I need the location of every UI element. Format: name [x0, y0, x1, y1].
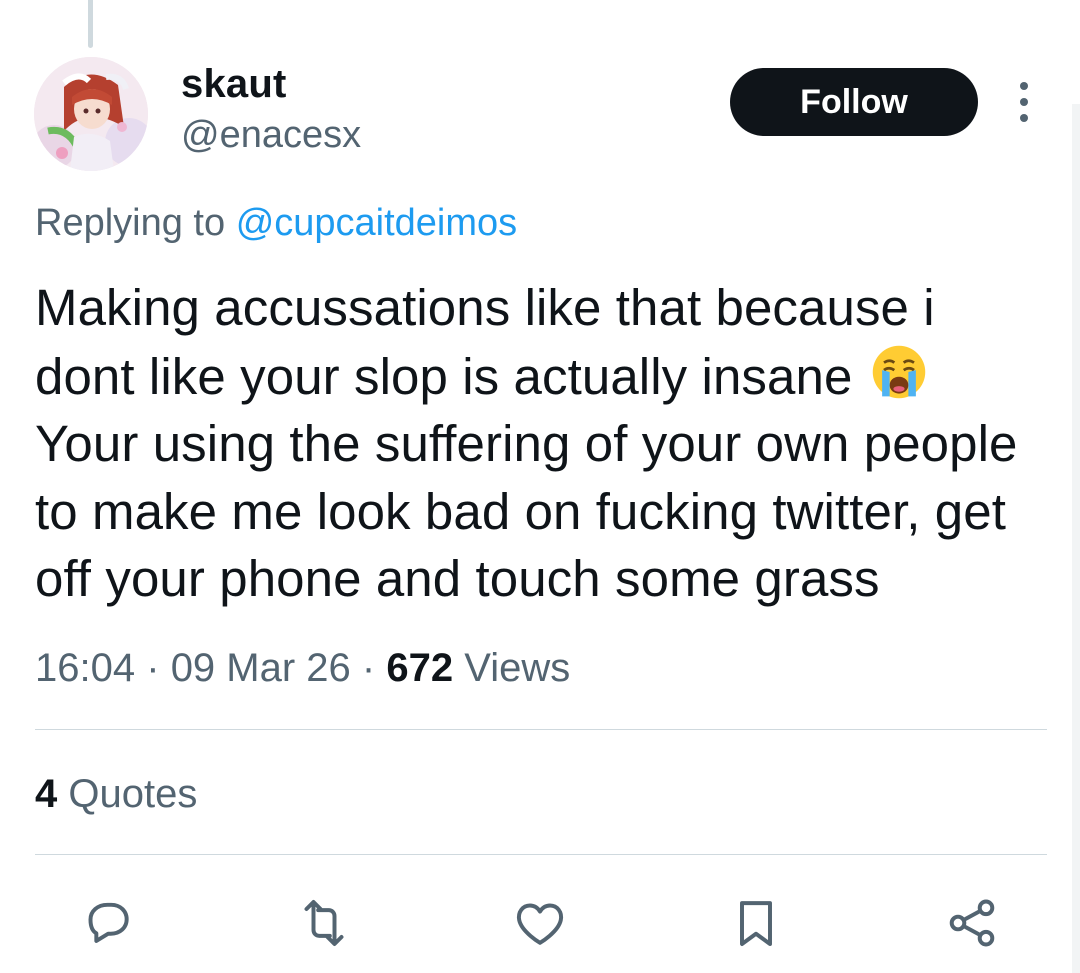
- author-name[interactable]: skaut: [181, 62, 287, 107]
- meta-separator: ·: [361, 646, 376, 690]
- more-dot: [1020, 82, 1028, 90]
- tweet-meta: 16:04 · 09 Mar 26 · 672 Views: [35, 646, 570, 691]
- tweet-text-line: dont like your slop is actually insane: [35, 342, 1065, 411]
- replying-to-label: Replying to: [35, 202, 226, 244]
- tweet-text-line: off your phone and touch some grass: [35, 550, 880, 607]
- heart-icon: [516, 903, 564, 945]
- divider: [35, 729, 1047, 730]
- follow-button[interactable]: Follow: [730, 68, 978, 136]
- bookmark-icon: [740, 901, 772, 946]
- quotes-count: 4: [35, 772, 58, 816]
- retweet-icon: [304, 900, 344, 946]
- meta-separator: ·: [146, 646, 160, 690]
- views-label: Views: [464, 646, 571, 690]
- scrollbar-track[interactable]: [1072, 104, 1080, 973]
- share-icon: [949, 899, 995, 947]
- tweet-detail-page: skaut @enacesx Follow Replying to @cupca…: [0, 0, 1080, 973]
- more-dot: [1020, 114, 1028, 122]
- share-button[interactable]: [942, 893, 1002, 953]
- thread-connector-line: [88, 0, 93, 48]
- tweet-text-line: Your using the suffering of your own peo…: [35, 415, 1018, 472]
- bookmark-button[interactable]: [726, 893, 786, 953]
- more-vertical-icon[interactable]: [1008, 82, 1040, 122]
- loudly-crying-face-emoji: [872, 345, 925, 398]
- tweet-time[interactable]: 16:04: [35, 646, 135, 690]
- divider: [35, 854, 1047, 855]
- retweet-button[interactable]: [294, 893, 354, 953]
- replying-to: Replying to @cupcaitdeimos: [35, 202, 517, 245]
- tweet-text-line: to make me look bad on fucking twitter, …: [35, 482, 1006, 540]
- like-button[interactable]: [510, 893, 570, 953]
- avatar-image: [34, 57, 148, 171]
- tweet-date[interactable]: 09 Mar 26: [171, 646, 351, 690]
- reply-icon: [88, 902, 129, 943]
- avatar[interactable]: [34, 57, 148, 171]
- tweet-text: Making accussations like that because i …: [35, 274, 1065, 613]
- author-handle[interactable]: @enacesx: [181, 114, 361, 157]
- replying-to-mention-link[interactable]: @cupcaitdeimos: [236, 202, 517, 244]
- more-dot: [1020, 98, 1028, 106]
- quotes-stat[interactable]: 4 Quotes: [35, 772, 197, 817]
- views-count: 672: [386, 646, 454, 690]
- reply-button[interactable]: [78, 893, 138, 953]
- tweet-text-line: Making accussations like that because i: [35, 279, 935, 336]
- quotes-label: Quotes: [68, 772, 198, 816]
